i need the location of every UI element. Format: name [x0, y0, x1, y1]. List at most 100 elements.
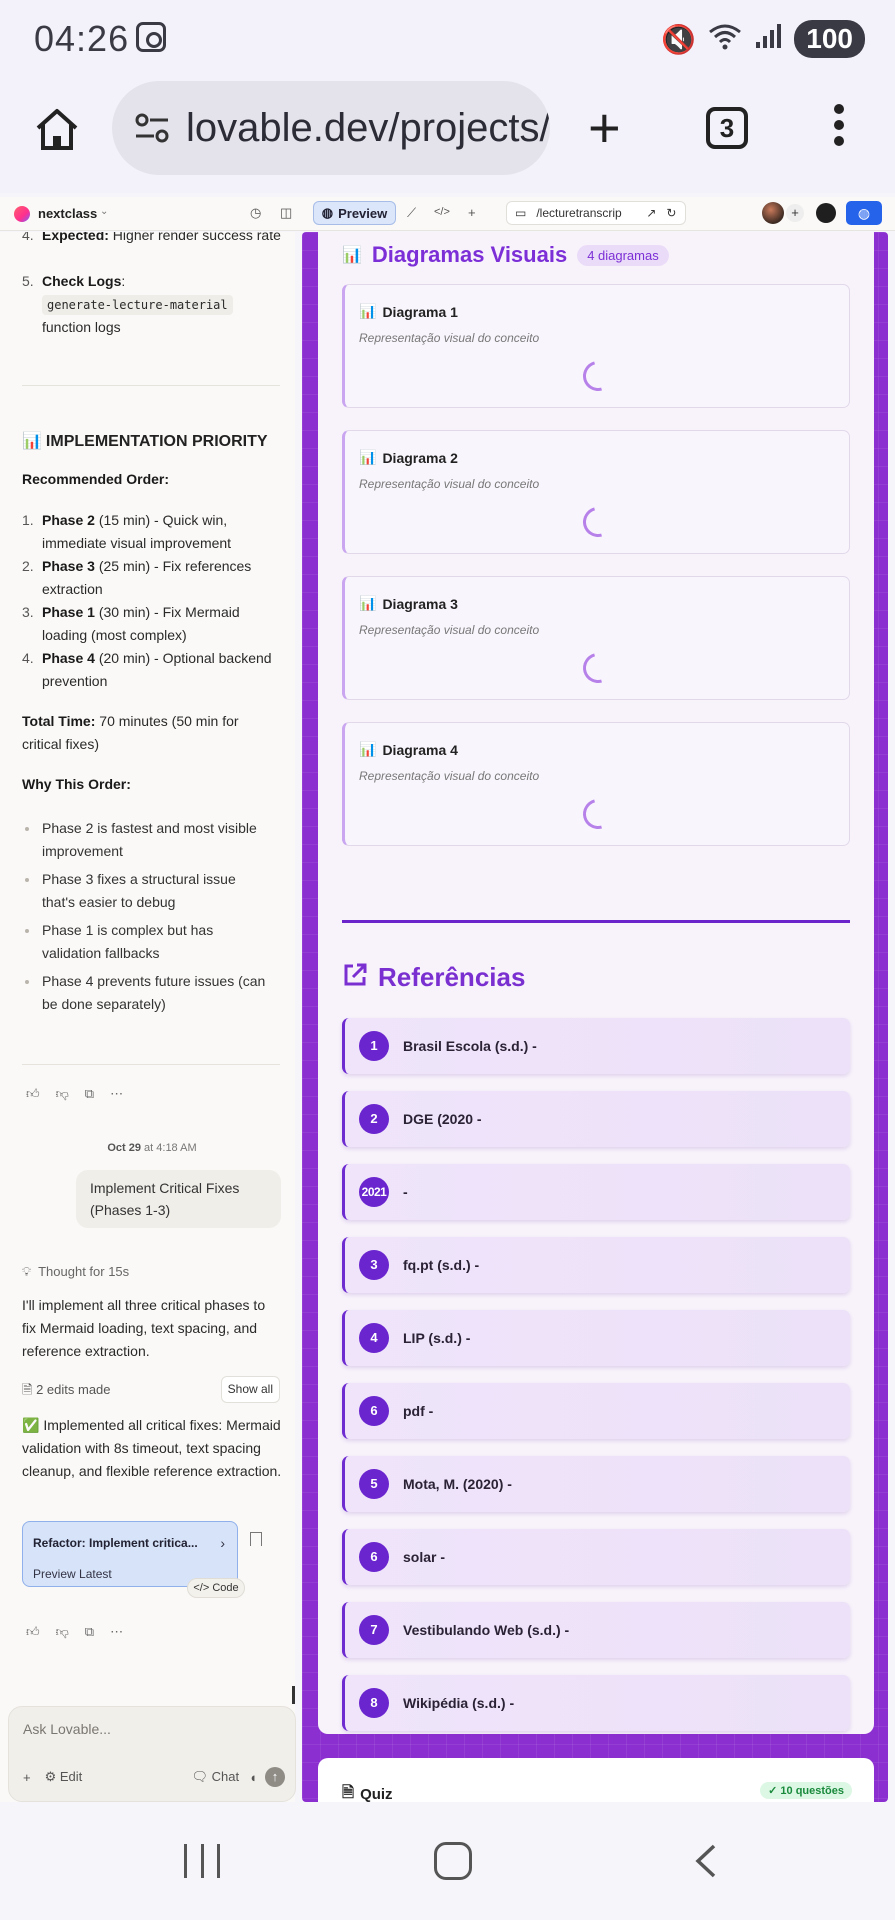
- project-name[interactable]: nextclass: [38, 206, 97, 221]
- github-icon[interactable]: [816, 203, 836, 223]
- publish-button[interactable]: ◍: [846, 201, 882, 225]
- code-button[interactable]: </> Code: [187, 1578, 245, 1598]
- status-time: 04:26: [34, 18, 130, 59]
- thumbs-down-icon[interactable]: 👎︎: [56, 1620, 69, 1643]
- preview-url-bar[interactable]: ▭ /lecturetranscrip ↗ ↻: [506, 201, 686, 225]
- history-icon[interactable]: ◷: [250, 205, 261, 221]
- loading-spinner-icon: [577, 793, 619, 835]
- divider: [22, 385, 280, 386]
- refresh-icon[interactable]: ↻: [666, 206, 676, 220]
- total-time: Total Time: 70 minutes (50 min for criti…: [22, 713, 239, 752]
- back-icon[interactable]: [694, 1844, 718, 1878]
- edit-button[interactable]: ⚙ Edit: [45, 1769, 83, 1785]
- signal-icon: [754, 22, 782, 57]
- copy-icon[interactable]: ⧉: [85, 1620, 94, 1643]
- list-item: Phase 1 is complex but has validation fa…: [22, 919, 272, 965]
- reference-item[interactable]: 6 pdf -: [342, 1383, 850, 1439]
- analytics-icon[interactable]: ⟋: [407, 205, 416, 221]
- chat-input[interactable]: Ask Lovable... + ⚙ Edit 🗨︎ Chat ◖ ↑: [8, 1706, 296, 1802]
- code-icon[interactable]: </>: [434, 206, 450, 218]
- chevron-down-icon[interactable]: ⌄: [100, 206, 108, 217]
- bar-chart-icon: 📊: [359, 303, 377, 319]
- navigation-bar: [0, 1802, 895, 1920]
- avatar[interactable]: [762, 202, 784, 224]
- commit-title: Refactor: Implement critica...: [33, 1536, 198, 1550]
- quiz-doc-icon: 🗎: [342, 1784, 355, 1801]
- sidebar-toggle-icon[interactable]: ◫: [280, 205, 292, 221]
- recent-apps-icon[interactable]: [184, 1844, 220, 1878]
- attach-plus-icon[interactable]: +: [23, 1770, 31, 1785]
- send-arrow-icon[interactable]: ↑: [265, 1767, 285, 1787]
- reference-number: 6: [359, 1542, 389, 1572]
- recommended-label: Recommended Order:: [22, 471, 170, 487]
- list-item: 5. Check Logs: generate-lecture-material…: [22, 270, 282, 339]
- input-toolbar: + ⚙ Edit 🗨︎ Chat ◖: [23, 1769, 287, 1785]
- status-icons: 🔇 100: [661, 20, 865, 58]
- invite-button[interactable]: +: [786, 204, 804, 222]
- more-icon[interactable]: ⋯: [110, 1620, 123, 1643]
- address-bar[interactable]: lovable.dev/projects/: [112, 81, 550, 175]
- diagrams-title: Diagramas Visuais: [371, 242, 568, 267]
- reference-item[interactable]: 2 DGE (2020 -: [342, 1091, 850, 1147]
- message-actions: 👍︎ 👎︎ ⧉ ⋯: [26, 1620, 123, 1643]
- resize-handle[interactable]: [292, 1686, 295, 1704]
- status-bar: 04:26 🔇 100: [0, 0, 895, 78]
- chat-icon: 🗨︎: [191, 1769, 212, 1784]
- quiz-card[interactable]: 🗎 Quiz ✓ 10 questões: [318, 1758, 874, 1802]
- show-all-button[interactable]: Show all: [220, 1376, 280, 1403]
- thought-indicator[interactable]: 💡︎ Thought for 15s: [22, 1260, 129, 1283]
- reference-number: 8: [359, 1688, 389, 1718]
- mute-icon: 🔇: [661, 23, 697, 55]
- home-icon[interactable]: [32, 104, 82, 154]
- code-icon: </>: [193, 1582, 213, 1594]
- battery-indicator: 100: [794, 20, 865, 58]
- reference-item[interactable]: 8 Wikipédia (s.d.) -: [342, 1675, 850, 1731]
- references-title: Referências: [378, 962, 526, 992]
- reference-number: 5: [359, 1469, 389, 1499]
- lovable-logo: [14, 206, 30, 222]
- ask-placeholder: Ask Lovable...: [23, 1721, 111, 1737]
- quiz-title: Quiz: [360, 1786, 393, 1802]
- edits-made: 🗎 2 edits made: [22, 1382, 111, 1397]
- reference-item[interactable]: 4 LIP (s.d.) -: [342, 1310, 850, 1366]
- reference-item[interactable]: 6 solar -: [342, 1529, 850, 1585]
- reference-item[interactable]: 3 fq.pt (s.d.) -: [342, 1237, 850, 1293]
- assistant-reply: I'll implement all three critical phases…: [22, 1297, 266, 1359]
- bookmark-icon[interactable]: [250, 1532, 262, 1546]
- reference-item[interactable]: 7 Vestibulando Web (s.d.) -: [342, 1602, 850, 1658]
- plus-icon[interactable]: +: [588, 100, 621, 156]
- preview-button[interactable]: ◍ Preview: [313, 201, 396, 225]
- add-view-button[interactable]: +: [468, 205, 476, 220]
- more-vert-icon[interactable]: [830, 104, 848, 154]
- lightbulb-icon: 💡︎: [22, 1264, 32, 1279]
- reference-item[interactable]: 5 Mota, M. (2020) -: [342, 1456, 850, 1512]
- open-external-icon[interactable]: ↗: [646, 206, 656, 220]
- assistant-summary: ✅ Implemented all critical fixes: Mermai…: [22, 1417, 282, 1479]
- why-label: Why This Order:: [22, 776, 131, 792]
- loading-spinner-icon: [577, 501, 619, 543]
- device-icon[interactable]: ▭: [515, 206, 526, 220]
- external-link-icon: [342, 962, 368, 993]
- chat-mode-button[interactable]: 🗨︎ Chat: [192, 1769, 240, 1785]
- tab-switcher-button[interactable]: 3: [706, 107, 748, 149]
- reference-item[interactable]: 1 Brasil Escola (s.d.) -: [342, 1018, 850, 1074]
- thumbs-down-icon[interactable]: 👎︎: [56, 1082, 69, 1105]
- more-icon[interactable]: ⋯: [110, 1082, 123, 1105]
- chevron-right-icon[interactable]: ›: [220, 1532, 225, 1555]
- thumbs-up-icon[interactable]: 👍︎: [26, 1082, 40, 1105]
- bar-chart-icon: 📊: [22, 433, 42, 450]
- preview-label: Preview: [338, 205, 388, 221]
- user-message: Implement Critical Fixes (Phases 1-3): [76, 1170, 281, 1228]
- thumbs-up-icon[interactable]: 👍︎: [26, 1620, 40, 1643]
- check-icon: ✅: [22, 1417, 40, 1433]
- diagram-card: 📊 Diagrama 3 Representação visual do conc…: [342, 576, 850, 700]
- voice-icon[interactable]: ◖: [249, 1770, 257, 1785]
- preview-panel: 📊 Diagramas Visuais 4 diagramas 📊 Diagram…: [302, 232, 888, 1802]
- preview-path: /lecturetranscrip: [536, 206, 622, 220]
- wifi-6-icon: [708, 22, 742, 57]
- reference-item[interactable]: 2021-: [342, 1164, 850, 1220]
- home-nav-icon[interactable]: [434, 1842, 472, 1880]
- copy-icon[interactable]: ⧉: [85, 1082, 94, 1105]
- site-settings-icon[interactable]: [132, 108, 172, 148]
- list-item: 2. Phase 3 (25 min) - Fix references extr…: [22, 558, 252, 597]
